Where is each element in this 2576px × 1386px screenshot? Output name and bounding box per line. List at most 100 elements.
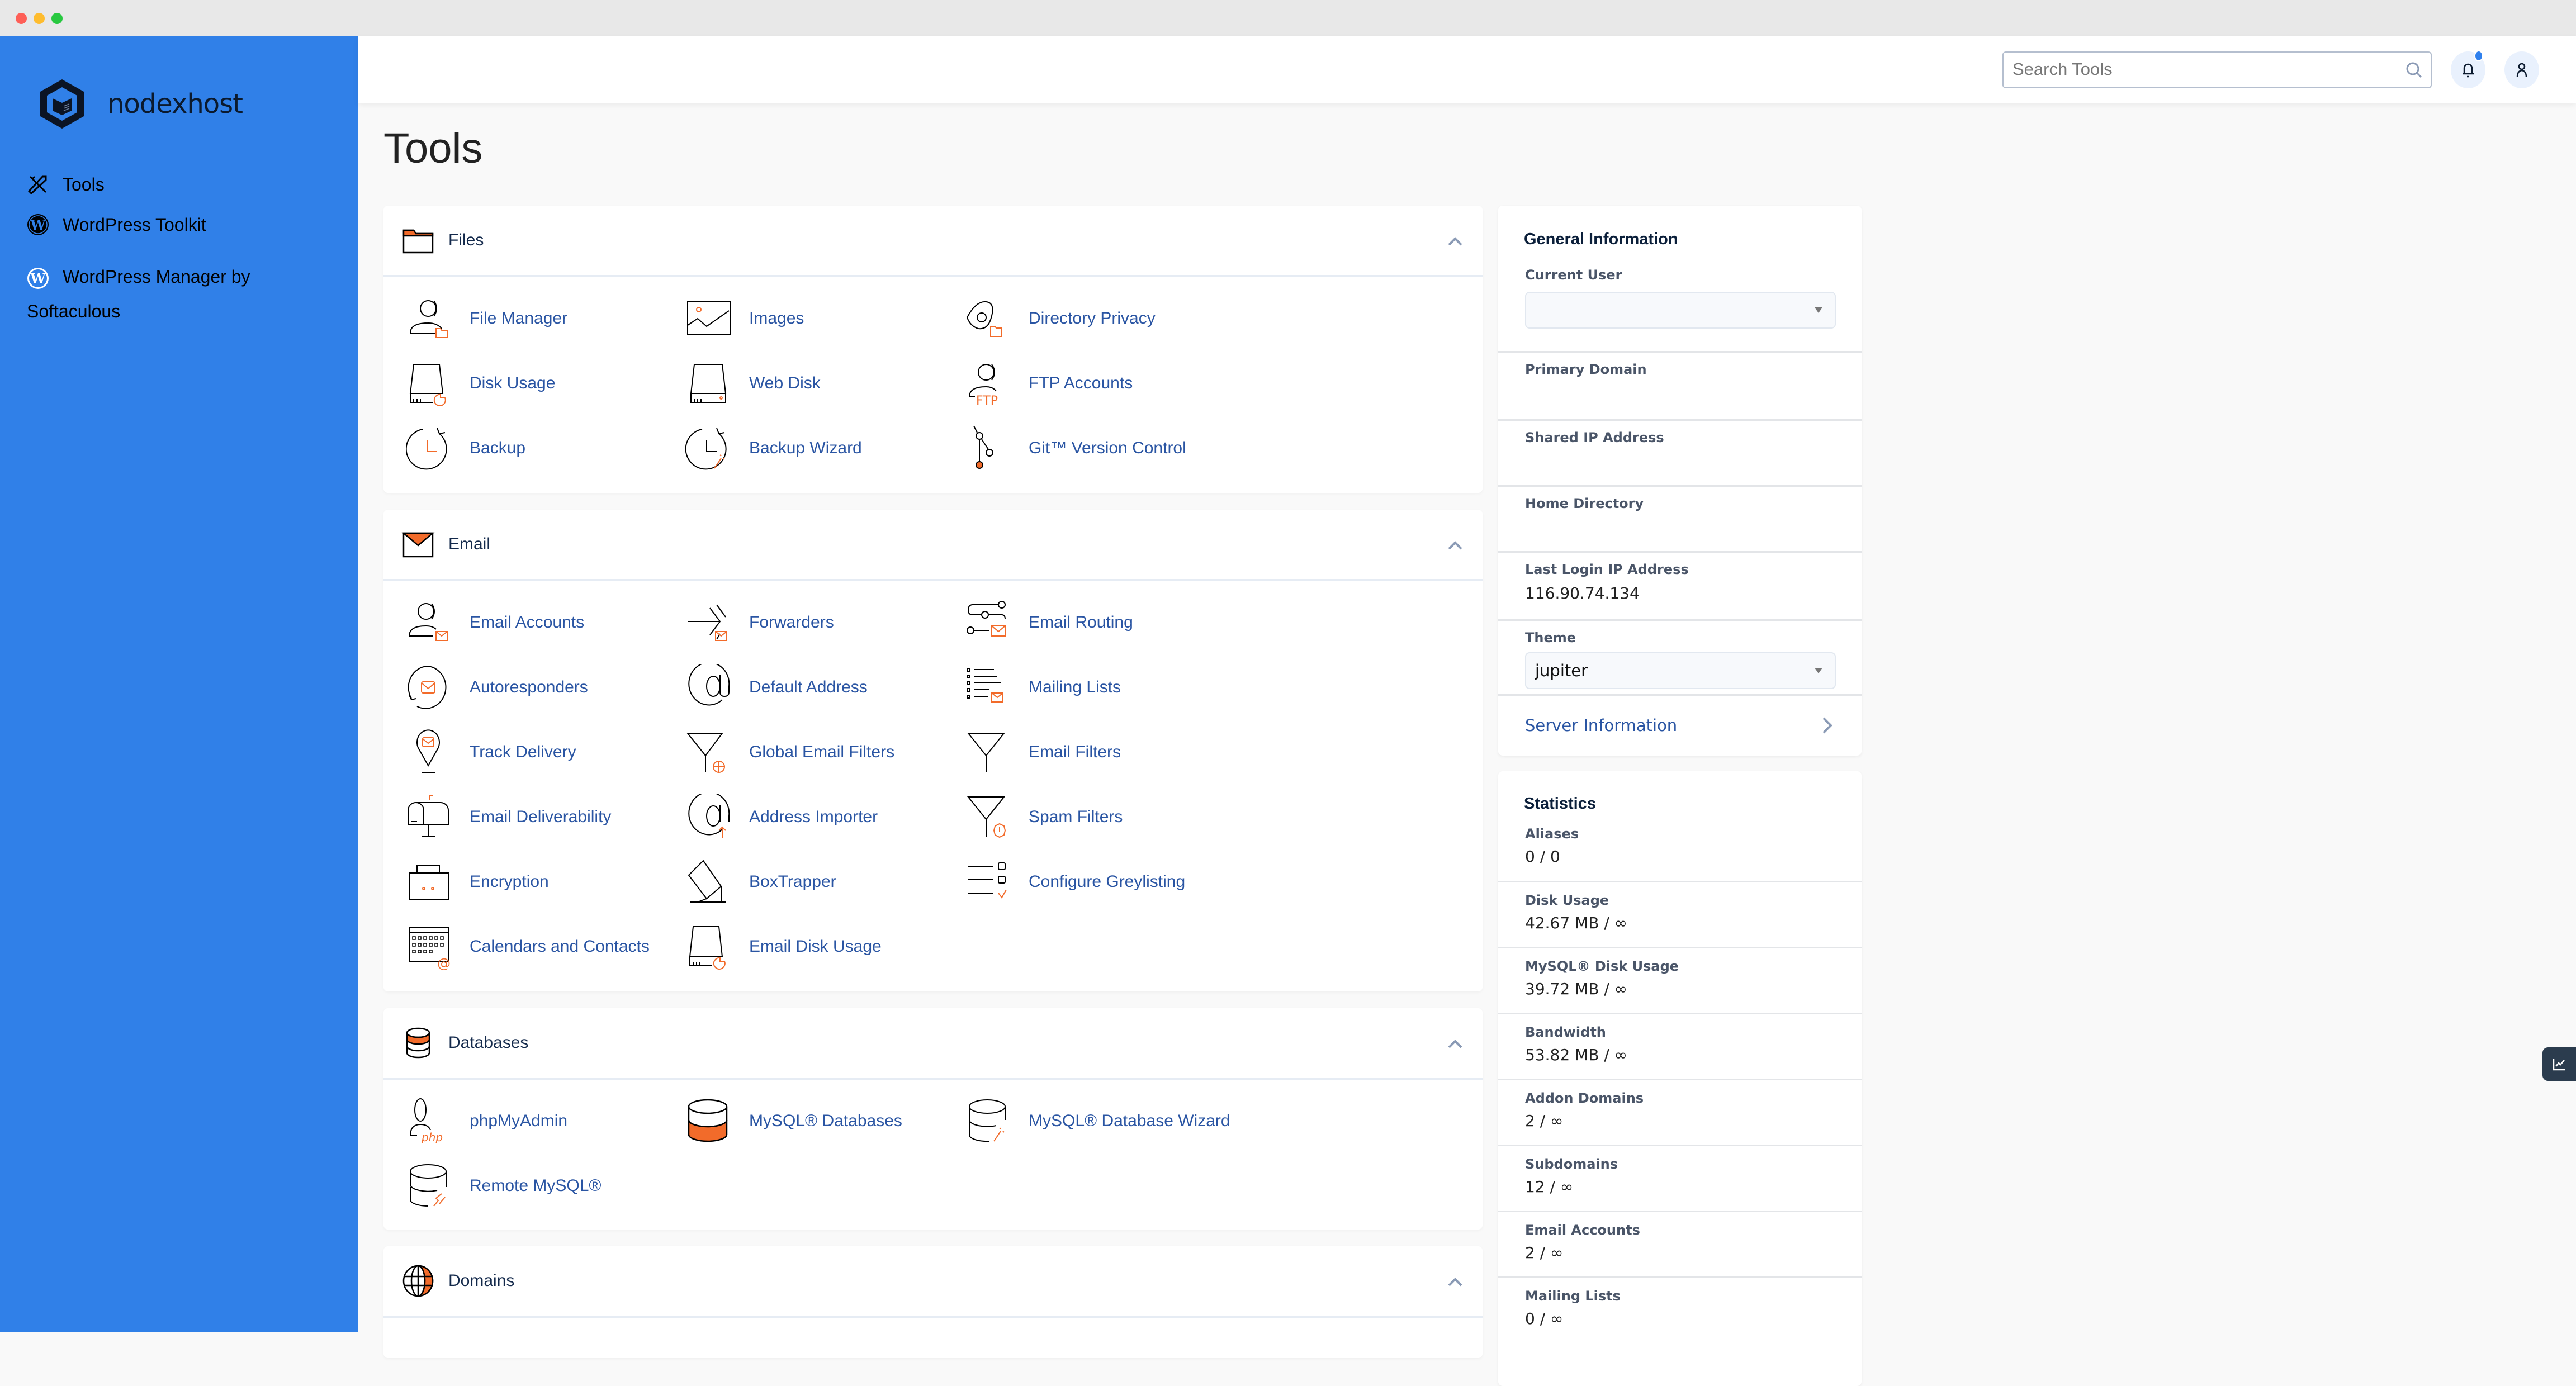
stat-row: Mailing Lists 0 / ∞ bbox=[1498, 1276, 1862, 1342]
greylisting-icon bbox=[968, 862, 1007, 899]
tool-remote-mysql[interactable]: Remote MySQL® bbox=[406, 1162, 602, 1209]
chevron-up-icon[interactable] bbox=[1447, 1037, 1464, 1051]
databases-section-header[interactable]: Databases bbox=[383, 1008, 1483, 1080]
tool-default-address[interactable]: Default Address bbox=[685, 664, 868, 711]
tool-directory-privacy[interactable]: Directory Privacy bbox=[965, 295, 1156, 342]
tool-web-disk[interactable]: Web Disk bbox=[685, 360, 821, 407]
tool-phpmyadmin[interactable]: php phpMyAdmin bbox=[406, 1098, 567, 1145]
statistics-panel: Statistics Aliases 0 / 0 Disk Usage 42.6… bbox=[1498, 771, 1862, 1386]
window-close-button[interactable] bbox=[16, 13, 27, 24]
mailbox-icon bbox=[408, 795, 449, 837]
stat-row: MySQL® Disk Usage 39.72 MB / ∞ bbox=[1498, 947, 1862, 1013]
tool-backup[interactable]: Backup bbox=[406, 425, 525, 472]
panel-title: Statistics bbox=[1524, 795, 1596, 813]
tool-encryption[interactable]: Encryption bbox=[406, 858, 549, 905]
theme-row: Theme jupiter bbox=[1498, 619, 1862, 694]
search-input[interactable] bbox=[2012, 53, 2393, 86]
chevron-up-icon[interactable] bbox=[1447, 1275, 1464, 1289]
git-icon bbox=[973, 425, 993, 469]
svg-text:FTP: FTP bbox=[976, 394, 998, 407]
server-information-link[interactable]: Server Information bbox=[1498, 694, 1862, 754]
files-section-header[interactable]: Files bbox=[383, 206, 1483, 277]
track-delivery-icon bbox=[416, 729, 440, 773]
section-title: Email bbox=[448, 535, 491, 553]
tool-email-routing[interactable]: Email Routing bbox=[965, 599, 1133, 646]
sidebar-item-wordpress-manager[interactable]: W WordPress Manager by Softaculous bbox=[27, 259, 318, 329]
wordpress-icon: W bbox=[27, 214, 49, 235]
tool-email-accounts[interactable]: Email Accounts bbox=[406, 599, 584, 646]
tool-file-manager[interactable]: File Manager bbox=[406, 295, 567, 342]
email-section: Email Email Accounts Forwarders Email Ro… bbox=[383, 510, 1483, 991]
tool-ftp-accounts[interactable]: FTP FTP Accounts bbox=[965, 360, 1133, 407]
tool-email-deliverability[interactable]: Email Deliverability bbox=[406, 794, 611, 841]
current-user-select[interactable] bbox=[1525, 292, 1836, 329]
address-importer-icon bbox=[688, 794, 730, 838]
sidebar: nodexhost Tools W WordPress Toolkit W Wo… bbox=[0, 36, 358, 1332]
tool-mysql-databases[interactable]: MySQL® Databases bbox=[685, 1098, 902, 1145]
tool-calendars-and-contacts[interactable]: @ Calendars and Contacts bbox=[406, 923, 650, 970]
tool-boxtrapper[interactable]: BoxTrapper bbox=[685, 858, 836, 905]
window-maximize-button[interactable] bbox=[51, 13, 63, 24]
last-login-row: Last Login IP Address 116.90.74.134 bbox=[1498, 551, 1862, 619]
tool-images[interactable]: Images bbox=[685, 295, 804, 342]
tool-track-delivery[interactable]: Track Delivery bbox=[406, 729, 576, 776]
stat-row: Addon Domains 2 / ∞ bbox=[1498, 1079, 1862, 1145]
tool-autoresponders[interactable]: Autoresponders bbox=[406, 664, 588, 711]
sidebar-item-tools[interactable]: Tools bbox=[27, 173, 105, 196]
domains-section: Domains bbox=[383, 1246, 1483, 1358]
window-minimize-button[interactable] bbox=[34, 13, 45, 24]
tool-email-disk-usage[interactable]: Email Disk Usage bbox=[685, 923, 882, 970]
spam-filter-icon bbox=[967, 796, 1006, 838]
files-section: Files File Manager Images Directory Priv… bbox=[383, 206, 1483, 493]
web-disk-icon bbox=[690, 364, 727, 403]
nodexhost-logo-icon bbox=[40, 79, 84, 129]
mailing-lists-icon bbox=[967, 668, 1003, 703]
top-bar bbox=[358, 36, 2576, 103]
disk-usage-icon bbox=[409, 364, 446, 406]
remote-mysql-icon bbox=[410, 1164, 447, 1207]
tool-forwarders[interactable]: Forwarders bbox=[685, 599, 834, 646]
notification-badge bbox=[2474, 50, 2483, 61]
user-menu-button[interactable] bbox=[2504, 51, 2539, 88]
phpmyadmin-icon: php bbox=[410, 1098, 443, 1144]
domains-section-header[interactable]: Domains bbox=[383, 1246, 1483, 1318]
bell-icon bbox=[2463, 63, 2474, 78]
at-sign-icon bbox=[688, 664, 730, 706]
home-directory-row: Home Directory bbox=[1498, 485, 1862, 551]
svg-text:@: @ bbox=[437, 956, 451, 970]
tool-disk-usage[interactable]: Disk Usage bbox=[406, 360, 555, 407]
folder-icon bbox=[402, 229, 434, 254]
tool-email-filters[interactable]: Email Filters bbox=[965, 729, 1121, 776]
email-section-header[interactable]: Email bbox=[383, 510, 1483, 581]
shared-ip-row: Shared IP Address bbox=[1498, 419, 1862, 485]
images-icon bbox=[687, 301, 731, 335]
stat-row: Aliases 0 / 0 bbox=[1525, 826, 1579, 866]
tool-backup-wizard[interactable]: Backup Wizard bbox=[685, 425, 862, 472]
autoresponders-icon bbox=[408, 666, 447, 709]
email-disk-usage-icon bbox=[689, 926, 726, 970]
tool-git-version-control[interactable]: Git™ Version Control bbox=[965, 425, 1186, 472]
search-icon[interactable] bbox=[2405, 61, 2423, 79]
tool-global-email-filters[interactable]: Global Email Filters bbox=[685, 729, 894, 776]
chevron-up-icon[interactable] bbox=[1447, 539, 1464, 552]
section-title: Databases bbox=[448, 1033, 529, 1052]
page-title: Tools bbox=[383, 125, 483, 172]
sidebar-item-wordpress-toolkit[interactable]: W WordPress Toolkit bbox=[27, 213, 206, 236]
brand-name: nodexhost bbox=[107, 88, 243, 120]
brand-logo[interactable]: nodexhost bbox=[37, 77, 243, 131]
email-routing-icon bbox=[967, 601, 1006, 637]
analytics-float-button[interactable] bbox=[2542, 1047, 2576, 1081]
forwarders-icon bbox=[688, 604, 727, 641]
stat-row: Disk Usage 42.67 MB / ∞ bbox=[1498, 881, 1862, 947]
tool-spam-filters[interactable]: Spam Filters bbox=[965, 794, 1123, 841]
notifications-button[interactable] bbox=[2451, 50, 2485, 88]
database-icon bbox=[406, 1027, 430, 1059]
directory-privacy-icon bbox=[966, 301, 1002, 337]
tool-mailing-lists[interactable]: Mailing Lists bbox=[965, 664, 1121, 711]
theme-select[interactable]: jupiter bbox=[1525, 652, 1836, 689]
boxtrapper-icon bbox=[688, 860, 726, 903]
tool-address-importer[interactable]: Address Importer bbox=[685, 794, 878, 841]
tool-configure-greylisting[interactable]: Configure Greylisting bbox=[965, 858, 1185, 905]
chevron-up-icon[interactable] bbox=[1447, 235, 1464, 248]
tool-mysql-database-wizard[interactable]: MySQL® Database Wizard bbox=[965, 1098, 1230, 1145]
